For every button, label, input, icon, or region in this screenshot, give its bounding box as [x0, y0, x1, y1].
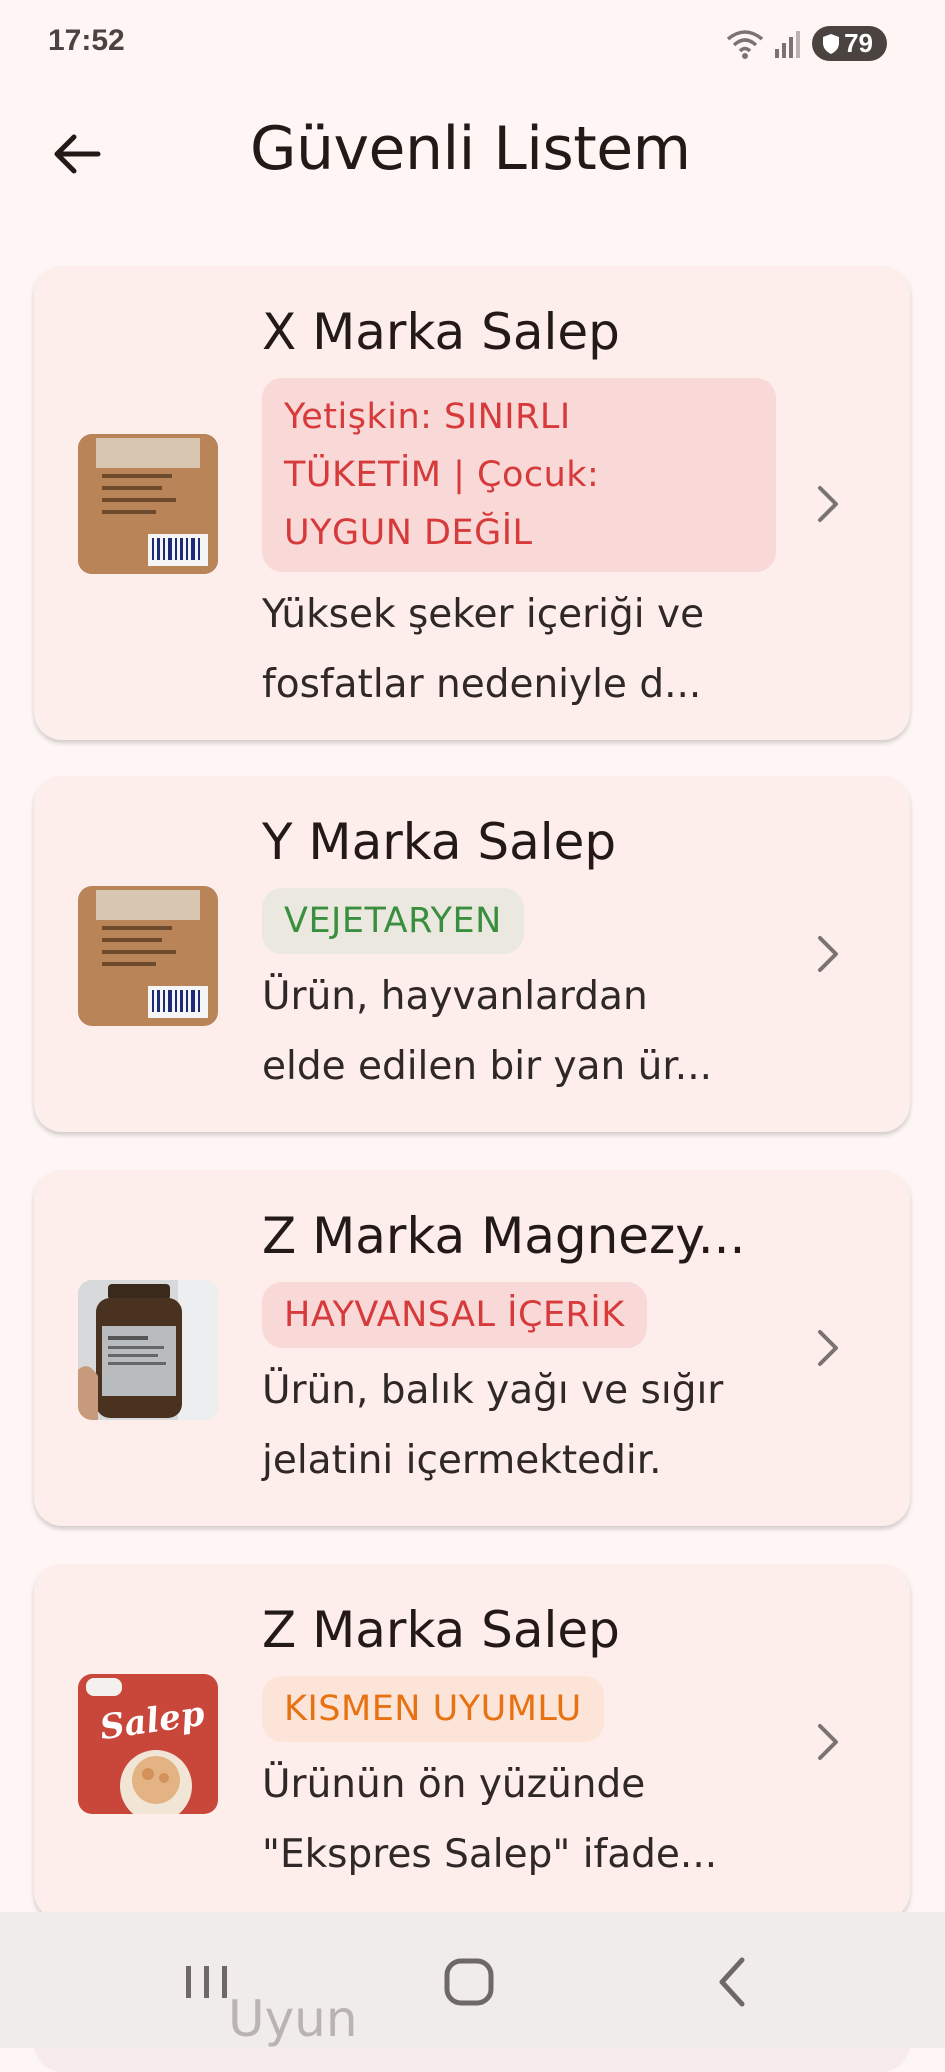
status-badge: KISMEN UYUMLU: [262, 1676, 604, 1742]
chevron-right-icon: [818, 1330, 838, 1366]
home-icon[interactable]: [434, 1952, 504, 2012]
description-line: fosfatlar nedeniyle d...: [262, 662, 702, 707]
product-description: Ürünün ön yüzünde "Ekspres Salep" ifade.…: [262, 1750, 772, 1890]
status-badge: HAYVANSAL İÇERİK: [262, 1282, 647, 1348]
list-item-content: Z Marka Magnezy... HAYVANSAL İÇERİK Ürün…: [262, 1204, 782, 1496]
back-nav-icon[interactable]: [700, 1952, 770, 2012]
salep-back-package-image: [78, 886, 218, 1026]
partial-product-title: Uyun: [228, 1990, 358, 2048]
app-bar: Güvenli Listem: [0, 100, 945, 210]
arrow-left-icon: [54, 134, 101, 174]
status-badge-line: UYGUN DEĞİL: [284, 513, 533, 553]
status-icons: 79: [726, 26, 887, 61]
product-thumbnail: [78, 434, 218, 574]
chevron-right-icon: [818, 486, 838, 522]
back-button[interactable]: [46, 122, 110, 186]
product-thumbnail: [78, 1280, 218, 1420]
battery-indicator: 79: [812, 26, 887, 61]
wifi-icon: [726, 29, 764, 59]
status-badge: Yetişkin: SINIRLI TÜKETİM | Çocuk: UYGUN…: [262, 378, 776, 572]
product-thumbnail: Salep: [78, 1674, 218, 1814]
list-item-content: Y Marka Salep VEJETARYEN Ürün, hayvanlar…: [262, 810, 782, 1102]
list-item[interactable]: Y Marka Salep VEJETARYEN Ürün, hayvanlar…: [34, 776, 910, 1132]
product-description: Ürün, hayvanlardan elde edilen bir yan ü…: [262, 962, 772, 1102]
system-nav-bar: [0, 1912, 945, 2048]
salep-back-package-image: [78, 434, 218, 574]
product-description: Ürün, balık yağı ve sığır jelatini içerm…: [262, 1356, 772, 1496]
list-item[interactable]: Z Marka Magnezy... HAYVANSAL İÇERİK Ürün…: [34, 1170, 910, 1526]
shield-icon: [823, 33, 840, 54]
product-title: Z Marka Salep: [262, 1601, 620, 1659]
description-line: "Ekspres Salep" ifade...: [262, 1832, 718, 1877]
product-title: X Marka Salep: [262, 303, 620, 361]
product-description: Yüksek şeker içeriği ve fosfatlar nedeni…: [262, 580, 772, 720]
status-badge-line: Yetişkin: SINIRLI: [284, 397, 571, 437]
description-line: elde edilen bir yan ür...: [262, 1044, 712, 1089]
status-time: 17:52: [48, 24, 125, 57]
list-item[interactable]: X Marka Salep Yetişkin: SINIRLI TÜKETİM …: [34, 266, 910, 740]
product-thumbnail: [78, 886, 218, 1026]
description-line: Ürün, balık yağı ve sığır: [262, 1368, 724, 1413]
page-title: Güvenli Listem: [250, 114, 691, 184]
chevron-right-icon: [818, 936, 838, 972]
list-item-content: X Marka Salep Yetişkin: SINIRLI TÜKETİM …: [262, 300, 782, 720]
status-bar: 17:52 79: [0, 0, 945, 90]
description-line: Yüksek şeker içeriği ve: [262, 592, 705, 637]
chevron-right-icon: [818, 1724, 838, 1760]
list-item-content: Z Marka Salep KISMEN UYUMLU Ürünün ön yü…: [262, 1598, 782, 1890]
list-item[interactable]: Salep Z Marka Salep KISMEN UYUMLU Ürünün…: [34, 1564, 910, 1920]
product-title: Y Marka Salep: [262, 813, 617, 871]
description-line: Ürünün ön yüzünde: [262, 1762, 646, 1807]
status-badge-line: TÜKETİM | Çocuk:: [284, 455, 600, 495]
salep-front-package-image: Salep: [78, 1674, 218, 1814]
product-title: Z Marka Magnezy...: [262, 1207, 746, 1265]
description-line: Ürün, hayvanlardan: [262, 974, 648, 1019]
description-line: jelatini içermektedir.: [262, 1438, 662, 1483]
status-badge: VEJETARYEN: [262, 888, 524, 954]
battery-level: 79: [844, 28, 873, 58]
supplement-bottle-image: [78, 1280, 218, 1420]
signal-icon: [775, 30, 801, 58]
